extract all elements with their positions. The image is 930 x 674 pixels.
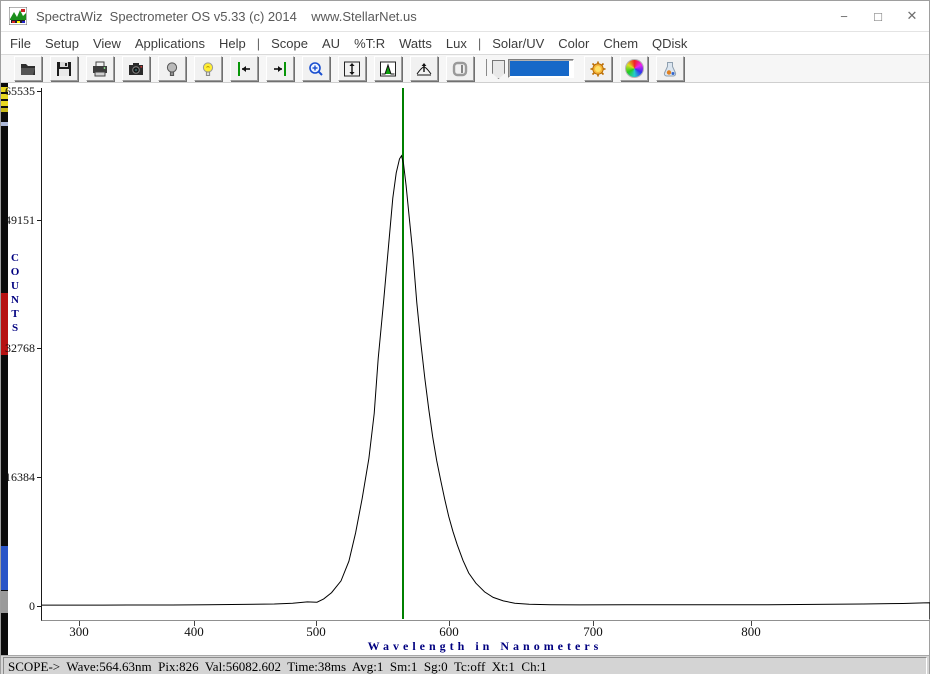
menu-item-applications[interactable]: Applications [128, 36, 212, 51]
printer-icon [91, 61, 109, 77]
menu-item-setup[interactable]: Setup [38, 36, 86, 51]
timer-button[interactable] [446, 56, 474, 81]
x-tick-label: 600 [425, 624, 473, 640]
sun-icon [589, 61, 607, 77]
menu-item-qdisk[interactable]: QDisk [645, 36, 694, 51]
y-axis-title: COUNTS [9, 251, 21, 335]
cursor-right-icon [271, 61, 289, 77]
y-tick-label: 0 [1, 599, 35, 614]
bulb-off-icon [163, 61, 181, 77]
menu-item-help[interactable]: Help [212, 36, 253, 51]
y-tick [37, 220, 41, 221]
y-tick [37, 477, 41, 478]
bulb-on-icon [199, 61, 217, 77]
color-wheel-icon [625, 59, 644, 78]
magnifier-icon [307, 61, 325, 77]
slider-thumb[interactable] [492, 60, 505, 79]
minimize-button[interactable]: − [827, 1, 861, 31]
cursor-left-icon [235, 61, 253, 77]
plot-region: COUNTS Wavelength in Nanometers 300 400 50… [1, 83, 929, 655]
y-tick-label: 16384 [1, 470, 35, 485]
timer-icon [451, 61, 469, 77]
zoom-button[interactable] [302, 56, 330, 81]
x-tick-label: 300 [55, 624, 103, 640]
menu-separator: | [474, 36, 485, 51]
x-tick-label: 500 [292, 624, 340, 640]
menu-item--t-r[interactable]: %T:R [347, 36, 392, 51]
maximize-button[interactable]: □ [861, 1, 895, 31]
slider-track[interactable] [508, 59, 574, 78]
x-tick-label: 400 [170, 624, 218, 640]
x-tick-label: 800 [727, 624, 775, 640]
peak-track-button[interactable] [410, 56, 438, 81]
plot-area[interactable] [41, 88, 930, 621]
floppy-icon [55, 61, 73, 77]
menu-item-watts[interactable]: Watts [392, 36, 439, 51]
spectrum-trace [42, 156, 930, 619]
flask-icon [661, 61, 679, 77]
menu-item-solar-uv[interactable]: Solar/UV [485, 36, 551, 51]
lamp-on-button[interactable] [194, 56, 222, 81]
camera-icon [127, 61, 145, 77]
menu-item-chem[interactable]: Chem [596, 36, 645, 51]
print-button[interactable] [86, 56, 114, 81]
solar-button[interactable] [584, 56, 612, 81]
menu-item-lux[interactable]: Lux [439, 36, 474, 51]
title-bar: SpectraWiz Spectrometer OS v5.33 (c) 201… [1, 1, 929, 32]
spectrum-plot-svg [42, 88, 930, 620]
app-window: SpectraWiz Spectrometer OS v5.33 (c) 201… [0, 0, 930, 674]
close-button[interactable]: ✕ [895, 1, 929, 31]
menu-item-scope[interactable]: Scope [264, 36, 315, 51]
y-tick-label: 49151 [1, 213, 35, 228]
snapshot-button[interactable] [122, 56, 150, 81]
status-field: SCOPE-> Wave:564.63nm Pix:826 Val:56082.… [3, 657, 927, 674]
x-tick-label: 700 [569, 624, 617, 640]
color-button[interactable] [620, 56, 648, 81]
status-text: SCOPE-> Wave:564.63nm Pix:826 Val:56082.… [4, 658, 926, 674]
integration-time-slider[interactable] [484, 57, 576, 80]
cursor-right-button[interactable] [266, 56, 294, 81]
menu-item-view[interactable]: View [86, 36, 128, 51]
y-tick [37, 606, 41, 607]
status-bar: SCOPE-> Wave:564.63nm Pix:826 Val:56082.… [1, 655, 929, 674]
peak-arrow-icon [415, 61, 433, 77]
window-title: SpectraWiz Spectrometer OS v5.33 (c) 201… [36, 9, 417, 24]
y-tick [37, 348, 41, 349]
x-axis-title: Wavelength in Nanometers [41, 639, 929, 654]
edge-artifact-strip [1, 83, 8, 655]
vertical-arrows-icon [343, 61, 361, 77]
menu-bar: FileSetupViewApplicationsHelp|ScopeAU%T:… [1, 32, 929, 55]
autoscale-y-button[interactable] [338, 56, 366, 81]
toolbar [1, 55, 929, 83]
y-tick [37, 91, 41, 92]
menu-item-au[interactable]: AU [315, 36, 347, 51]
save-button[interactable] [50, 56, 78, 81]
y-tick-label: 32768 [1, 341, 35, 356]
app-icon [9, 7, 27, 25]
lamp-off-button[interactable] [158, 56, 186, 81]
spectrum-peak-icon [379, 61, 397, 77]
folder-icon [19, 61, 37, 77]
peak-fill-button[interactable] [374, 56, 402, 81]
cursor-left-button[interactable] [230, 56, 258, 81]
menu-item-file[interactable]: File [3, 36, 38, 51]
open-file-button[interactable] [14, 56, 42, 81]
y-tick-label: 65535 [1, 84, 35, 99]
slider-groove [486, 59, 487, 76]
slider-fill [510, 61, 569, 76]
chem-button[interactable] [656, 56, 684, 81]
menu-item-color[interactable]: Color [551, 36, 596, 51]
window-controls: − □ ✕ [827, 1, 929, 31]
menu-separator: | [253, 36, 264, 51]
